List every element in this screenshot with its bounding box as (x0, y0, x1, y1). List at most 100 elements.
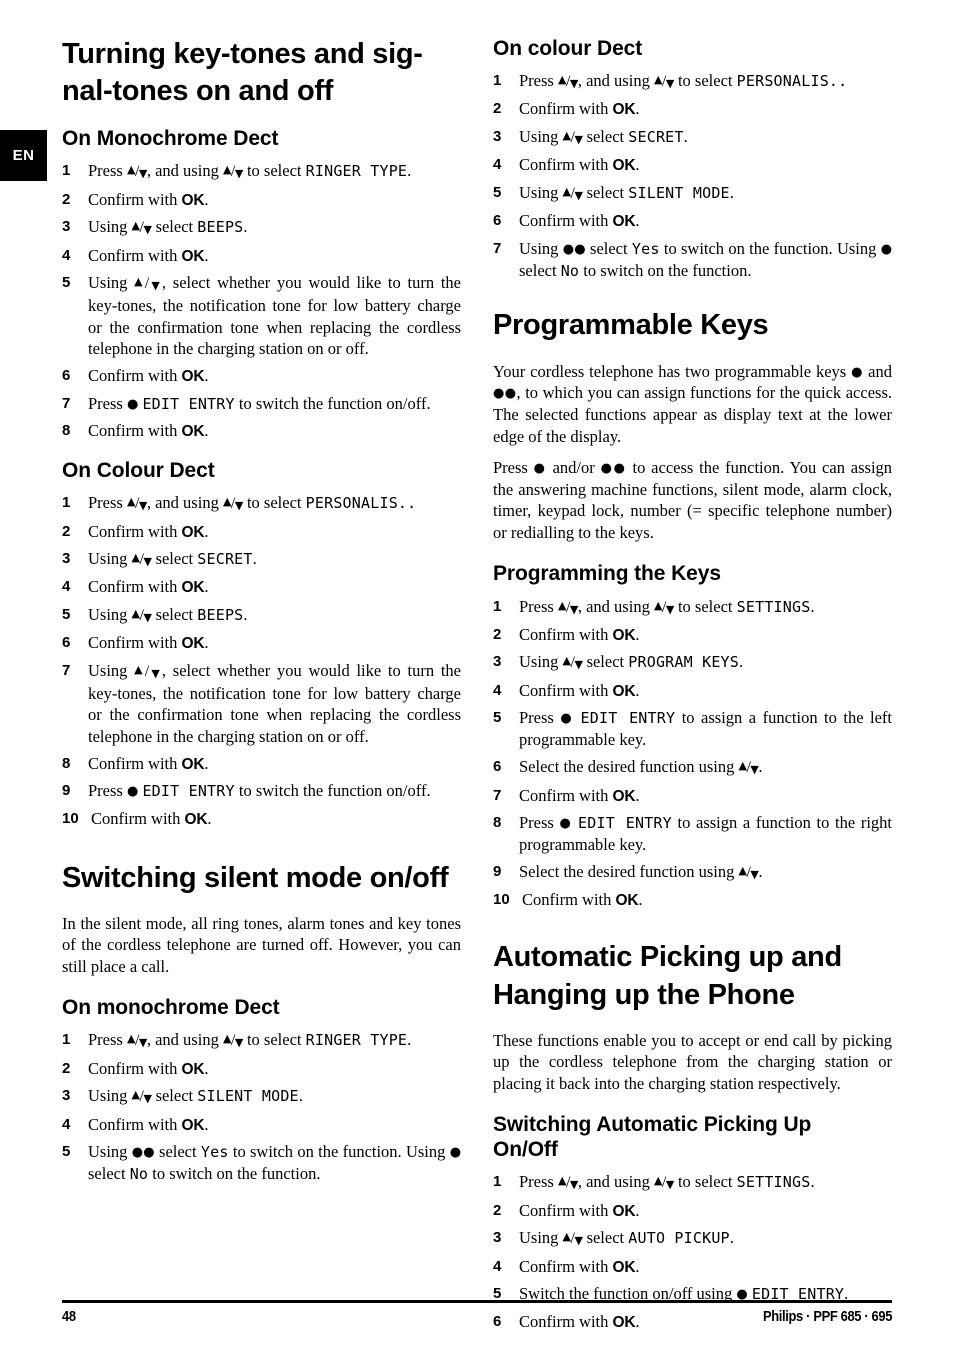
step-text: Using ▲/▼ select BEEPS. (88, 217, 248, 237)
heading-on-monochrome-dect-silent: On monochrome Dect (62, 996, 280, 1020)
ok-key-label: OK (181, 422, 205, 440)
ok-key-label: OK (181, 579, 205, 597)
step-number: 9 (493, 863, 502, 881)
double-dot-key-icon: ●● (600, 461, 627, 477)
heading-line-2: Hanging up the Phone (493, 978, 795, 1011)
dot-key-icon: ● (560, 711, 575, 727)
step-text: Using ▲/▼, select whether you would like… (88, 661, 461, 746)
ok-key-label: OK (181, 1116, 205, 1134)
up-down-arrow-icon: ▲/▼ (562, 1230, 583, 1248)
step-text: Press ● EDIT ENTRY to assign a function … (519, 708, 893, 750)
step-item: 4 Confirm with OK. (493, 154, 892, 176)
step-text: Confirm with OK. (88, 521, 209, 541)
step-text: Press ▲/▼, and using ▲/▼ to select PERSO… (88, 493, 417, 513)
step-item: 2 Confirm with OK. (62, 1058, 461, 1080)
step-number: 5 (62, 274, 71, 292)
step-number: 3 (493, 1229, 502, 1247)
language-tab: EN (0, 130, 47, 181)
display-text: SILENT MODE (197, 1087, 299, 1106)
step-item: 2 Confirm with OK. (62, 189, 461, 211)
heading-on-monochrome-dect: On Monochrome Dect (62, 127, 279, 151)
step-number: 5 (62, 606, 71, 624)
step-text: Confirm with OK. (88, 365, 209, 385)
step-text: Press ▲/▼, and using ▲/▼ to select RINGE… (88, 161, 412, 181)
step-item: 1 Press ▲/▼, and using ▲/▼ to select RING… (62, 1029, 461, 1052)
double-dot-key-icon: ●● (131, 1145, 155, 1161)
up-down-arrow-icon: ▲/▼ (131, 607, 152, 625)
step-number: 6 (62, 634, 71, 652)
step-text: Select the desired function using ▲/▼. (519, 862, 763, 882)
display-text: EDIT ENTRY (578, 814, 672, 833)
step-item: 9 Press ● EDIT ENTRY to switch the functi… (62, 780, 461, 802)
heading-line-2: nal-tones on and off (62, 75, 334, 108)
step-text: Using ●● select Yes to switch on the fun… (519, 239, 893, 280)
heading-line-1: Switching Automatic Picking Up (493, 1112, 812, 1136)
display-text: BEEPS (197, 218, 244, 237)
section-switching-silent-mode: Switching silent mode on/off In the sile… (62, 860, 461, 1185)
step-number: 3 (62, 218, 71, 236)
step-text: Confirm with OK. (88, 1058, 209, 1078)
display-text: Yes (200, 1143, 229, 1162)
step-item: 6 Confirm with OK. (62, 632, 461, 654)
heading-switching-auto-pickup: Switching Automatic Picking Up On/Off (493, 1112, 892, 1162)
step-text: Confirm with OK. (91, 808, 212, 828)
step-number: 6 (493, 212, 502, 230)
step-number: 2 (62, 522, 71, 540)
step-item: 3 Using ▲/▼ select BEEPS. (62, 216, 461, 239)
subsection-on-monochrome-dect-silent: On monochrome Dect 1 Press ▲/▼, and using… (62, 995, 461, 1184)
heading-switching-silent-mode: Switching silent mode on/off (62, 861, 449, 894)
step-list-colour-keytones: 1 Press ▲/▼, and using ▲/▼ to select PERS… (62, 492, 461, 830)
up-down-arrow-icon: ▲/▼ (557, 73, 578, 91)
display-text: RINGER TYPE (305, 1031, 408, 1050)
display-text: Yes (631, 240, 660, 258)
step-number: 4 (493, 1257, 502, 1275)
step-item: 8 Confirm with OK. (62, 753, 461, 775)
step-item: 3 Using ▲/▼ select AUTO PICKUP. (493, 1227, 892, 1250)
subsection-on-monochrome-dect: On Monochrome Dect 1 Press ▲/▼, and using… (62, 126, 461, 442)
step-list-colour-silent: 1 Press ▲/▼, and using ▲/▼ to select PERS… (493, 70, 892, 281)
step-item: 1 Press ▲/▼, and using ▲/▼ to select SETT… (493, 596, 892, 619)
step-list-monochrome-silent: 1 Press ▲/▼, and using ▲/▼ to select RING… (62, 1029, 461, 1184)
step-number: 7 (62, 394, 71, 412)
section-programmable-keys: Programmable Keys Your cordless telephon… (493, 307, 892, 911)
up-down-arrow-icon: ▲/▼ (738, 759, 759, 777)
step-text: Confirm with OK. (519, 624, 640, 644)
step-text: Confirm with OK. (88, 633, 209, 653)
step-item: 1 Press ▲/▼, and using ▲/▼ to select SETT… (493, 1171, 892, 1194)
up-down-arrow-icon: ▲/▼ (222, 163, 243, 181)
step-item: 3 Using ▲/▼ select SECRET. (493, 126, 892, 149)
display-text: SETTINGS (736, 597, 811, 616)
dot-key-icon: ● (880, 242, 893, 257)
step-text: Select the desired function using ▲/▼. (519, 757, 763, 777)
step-number: 9 (62, 782, 71, 800)
step-item: 8 Press ● EDIT ENTRY to assign a function… (493, 812, 892, 855)
step-item: 2 Confirm with OK. (493, 1200, 892, 1222)
paragraph-programmable-keys-2: Press ● and/or ●● to access the function… (493, 458, 893, 542)
dot-key-icon: ● (559, 816, 573, 832)
step-text: Using ▲/▼ select SECRET. (519, 127, 688, 147)
step-number: 3 (62, 550, 71, 568)
step-number: 1 (493, 1173, 502, 1191)
step-number: 2 (493, 100, 502, 118)
step-text: Confirm with OK. (519, 1256, 640, 1276)
heading-programming-the-keys: Programming the Keys (493, 562, 721, 586)
step-number: 4 (62, 1115, 71, 1133)
step-number: 2 (62, 1059, 71, 1077)
up-down-arrow-icon: ▲/▼ (557, 598, 578, 616)
step-item: 6 Confirm with OK. (62, 365, 461, 387)
ok-key-label: OK (612, 213, 636, 231)
subsection-on-colour-dect-silent: On colour Dect 1 Press ▲/▼, and using ▲/▼… (493, 36, 892, 281)
display-text: BEEPS (197, 606, 244, 625)
up-down-arrow-icon: ▲/▼ (653, 1174, 674, 1192)
heading-line-1: Turning key-tones and sig- (62, 38, 423, 70)
display-text: No (560, 261, 580, 280)
ok-key-label: OK (612, 1258, 636, 1276)
up-down-arrow-icon: ▲/▼ (126, 1032, 147, 1050)
step-number: 7 (62, 662, 71, 680)
dot-key-icon: ● (533, 461, 547, 477)
step-number: 8 (493, 814, 502, 832)
step-text: Confirm with OK. (519, 211, 640, 231)
step-item: 6 Confirm with OK. (493, 210, 892, 232)
step-item: 3 Using ▲/▼ select PROGRAM KEYS. (493, 651, 892, 674)
display-text: No (129, 1165, 149, 1184)
